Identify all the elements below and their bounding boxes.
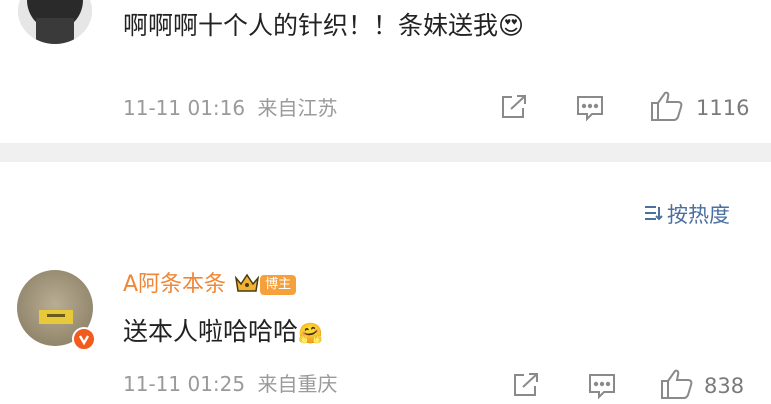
username[interactable]: A阿条本条 bbox=[123, 272, 226, 298]
share-icon[interactable] bbox=[512, 372, 540, 402]
section-divider bbox=[0, 143, 771, 162]
hug-emoji: 🤗 bbox=[298, 321, 323, 345]
sort-button[interactable]: 按热度 bbox=[643, 203, 730, 227]
verified-icon bbox=[72, 327, 96, 351]
author-badge: 博主 bbox=[260, 275, 297, 295]
crown-icon bbox=[234, 272, 260, 298]
comment-body: 啊啊啊十个人的针织！！条妹送我 bbox=[123, 11, 499, 40]
share-icon[interactable] bbox=[500, 94, 528, 124]
timestamp: 11-11 01:16 bbox=[123, 96, 246, 120]
location: 来自江苏 bbox=[257, 96, 338, 120]
comment-meta: 11-11 01:25 来自重庆 bbox=[123, 372, 337, 396]
like-count: 1116 bbox=[696, 96, 750, 120]
comment-body: 送本人啦哈哈哈 bbox=[123, 317, 299, 346]
like-count: 838 bbox=[704, 374, 745, 398]
location: 来自重庆 bbox=[257, 372, 338, 396]
like-button[interactable]: 838 bbox=[660, 368, 744, 404]
like-icon bbox=[660, 368, 694, 404]
comment-text: 送本人啦哈哈哈🤗 bbox=[123, 317, 323, 348]
comment-header: A阿条本条 博主 bbox=[123, 272, 297, 298]
heart-eyes-emoji: 😍 bbox=[498, 11, 525, 40]
avatar[interactable] bbox=[18, 0, 92, 44]
comment-text: 啊啊啊十个人的针织！！条妹送我😍 bbox=[123, 11, 524, 41]
sort-icon bbox=[643, 203, 663, 227]
like-button[interactable]: 1116 bbox=[650, 90, 749, 126]
like-icon bbox=[650, 90, 684, 126]
comment-meta: 11-11 01:16 来自江苏 bbox=[123, 96, 337, 120]
timestamp: 11-11 01:25 bbox=[123, 372, 246, 396]
comment-icon[interactable] bbox=[587, 372, 617, 404]
comment-icon[interactable] bbox=[575, 94, 605, 126]
sort-label: 按热度 bbox=[667, 203, 730, 227]
